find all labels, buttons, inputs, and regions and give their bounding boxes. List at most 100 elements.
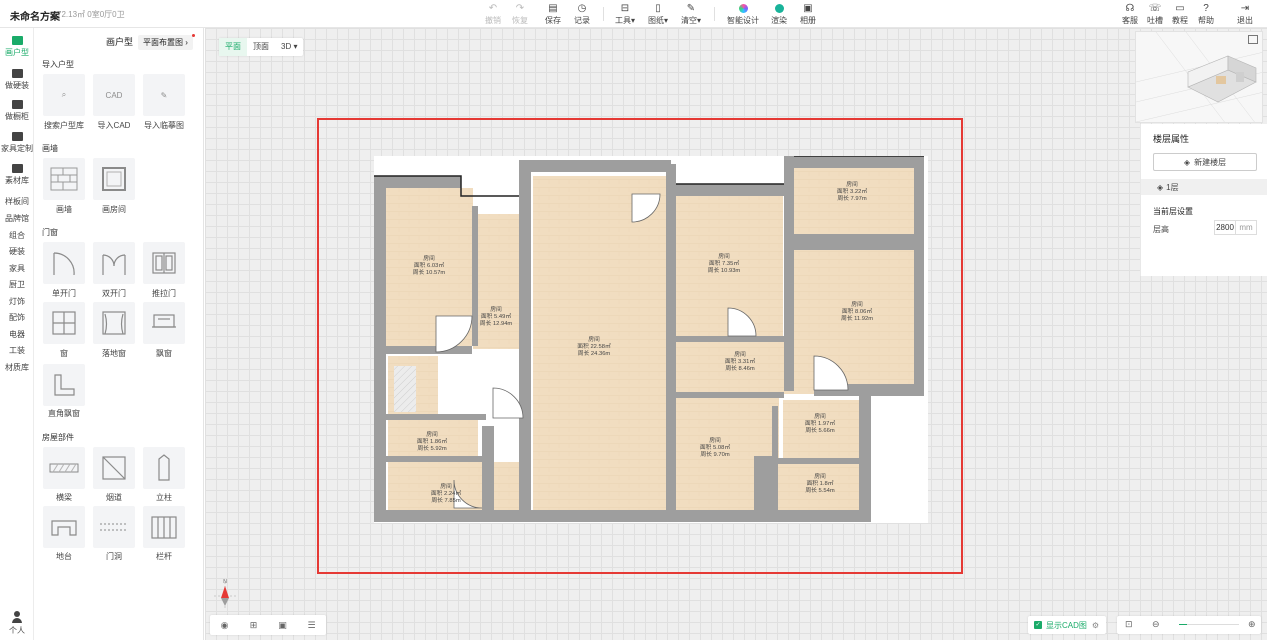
tab-plan-view[interactable]: 平面 [219,38,247,56]
stair-area [394,366,416,412]
room-5-area: 面积 3.22㎡ [837,187,867,195]
zoom-in-icon[interactable]: ⊕ [1248,619,1256,630]
exit-button[interactable]: ⇥ 退出 [1237,3,1253,27]
new-floor-button[interactable]: ◈ 新建楼层 [1153,153,1257,171]
railing-tile[interactable] [143,506,185,548]
section-title-wall: 画墙 [42,144,58,153]
cabinet-icon [11,100,23,109]
show-cad-toggle[interactable]: ✓ 显示CAD图 ⚙ [1028,616,1106,634]
left-nav-rail: 画户型 做硬装 做橱柜 家具定制 素材库 样板间 品牌馆 组合 硬装 家具 厨卫… [0,28,34,640]
album-button[interactable]: ▣ 相册 [800,3,816,27]
eye-icon[interactable]: ◉ [210,620,239,631]
image-icon: ▣ [803,3,813,14]
rail-item-cabinets[interactable]: 做橱柜 [0,100,34,122]
double-door-tile[interactable] [93,242,135,284]
tutorial-button[interactable]: ▭ 教程 [1172,3,1188,27]
room-4-perimeter: 周长 10.93m [708,266,741,274]
rail-item-custom-furniture[interactable]: 家具定制 [0,132,34,154]
room-1-name: 房间 [423,254,435,262]
save-button[interactable]: ▤ 保存 [545,3,561,27]
expand-icon[interactable] [1248,35,1258,44]
list-icon[interactable]: ☰ [297,620,326,631]
tab-draw-floorplan[interactable]: 画户型 [106,35,133,48]
redo-button[interactable]: ↷ 恢复 [512,3,528,27]
import-cad-tile[interactable]: CAD [93,74,135,116]
compass[interactable]: N [214,578,236,610]
draw-wall-tile[interactable] [43,158,85,200]
floor-height-label: 层高 [1153,225,1169,234]
rail-item-kitchen-bath[interactable]: 厨卫 [0,279,34,290]
ai-design-button[interactable]: 智能设计 [727,3,759,27]
rail-item-appliances[interactable]: 电器 [0,329,34,340]
section-title-building-parts: 房屋部件 [42,433,74,442]
rail-item-lighting[interactable]: 灯饰 [0,296,34,307]
floorplan-icon [11,36,23,45]
double-door-icon [102,254,126,275]
tools-menu[interactable]: ⊟ 工具▾ [615,3,635,27]
import-trace-tile[interactable]: ✎ [143,74,185,116]
panel-title: 楼层属性 [1153,134,1190,144]
floor-height-input[interactable]: 2800 mm [1214,220,1257,235]
settings-icon[interactable]: ⚙ [1092,621,1099,630]
floor-list-item[interactable]: ◈ 1层 [1141,179,1267,195]
rail-item-showroom[interactable]: 样板间 [0,196,34,207]
zoom-out-icon[interactable]: ⊖ [1152,619,1160,630]
rail-item-commercial[interactable]: 工装 [0,345,34,356]
render-button[interactable]: 渲染 [771,3,787,27]
rail-item-brands[interactable]: 品牌馆 [0,213,34,224]
search-floorplan-tile[interactable]: ⌕ [43,74,85,116]
clear-menu[interactable]: ✎ 清空▾ [681,3,701,27]
undo-button[interactable]: ↶ 撤销 [485,3,501,27]
tab-ceiling-view[interactable]: 顶面 [247,38,275,56]
support-button[interactable]: ☊ 客服 [1122,3,1138,27]
rail-item-hardware[interactable]: 硬装 [0,246,34,257]
french-window-tile[interactable] [93,302,135,344]
history-button[interactable]: ◷ 记录 [574,3,590,27]
flue-tile[interactable] [93,447,135,489]
column-tile[interactable] [143,447,185,489]
railing-icon [151,516,177,539]
column-icon [158,454,170,481]
bay-window-tile[interactable] [143,302,185,344]
floor-properties-panel: 楼层属性 ◈ 新建楼层 ◈ 1层 当前层设置 层高 2800 mm [1140,124,1267,276]
room-7-area: 面积 3.31㎡ [725,357,755,365]
tile-label: 推拉门 [152,289,176,298]
floorplan-drawing[interactable]: 房间面积 6.03㎡周长 10.57m 房间面积 5.49㎡周长 12.94m … [374,155,928,523]
rail-item-combos[interactable]: 组合 [0,230,34,241]
draw-room-tile[interactable] [93,158,135,200]
catalog-panel: 画户型 平面布置图 › 导入户型 ⌕ CAD ✎ 搜索户型库 导入CAD 导入临… [34,28,204,640]
rail-item-draw-floorplan[interactable]: 画户型 [0,36,34,58]
platform-tile[interactable] [43,506,85,548]
rail-item-furniture[interactable]: 家具 [0,263,34,274]
3d-preview-minimap[interactable] [1135,31,1263,123]
single-door-tile[interactable] [43,242,85,284]
drawings-menu[interactable]: ▯ 图纸▾ [648,3,668,27]
tab-layout-plan[interactable]: 平面布置图 › [138,34,195,50]
corner-bay-window-tile[interactable] [43,364,85,406]
rail-item-accessories[interactable]: 配饰 [0,312,34,323]
help-button[interactable]: ? 帮助 [1198,3,1214,27]
measure-icon[interactable]: ⊞ [239,620,268,631]
platform-icon [51,520,77,536]
fit-view-icon[interactable]: ⊡ [1125,619,1133,630]
headset-icon: ☊ [1125,3,1135,14]
room-12-area: 面积 2.24㎡ [431,489,461,497]
beam-tile[interactable] [43,447,85,489]
tile-label: 直角飘窗 [48,409,80,418]
door-opening-tile[interactable] [93,506,135,548]
feedback-button[interactable]: ☏ 吐槽 [1147,3,1163,27]
zoom-slider[interactable] [1179,624,1239,625]
project-title[interactable]: 未命名方案 [10,8,60,23]
room-8-name: 房间 [709,436,721,444]
rail-item-hard-decor[interactable]: 做硬装 [0,69,34,91]
rail-item-materials[interactable]: 材质库 [0,362,34,373]
window-tile[interactable] [43,302,85,344]
rail-item-assets[interactable]: 素材库 [0,164,34,186]
room-3-area: 面积 22.58㎡ [577,342,611,350]
design-canvas[interactable]: 平面 顶面 3D ▾ 房间面积 6.03㎡周长 10.57m 房间面积 5.49… [205,28,1267,640]
tab-3d-view[interactable]: 3D ▾ [275,38,303,56]
room-10-name: 房间 [814,472,826,480]
sliding-door-tile[interactable] [143,242,185,284]
image-icon[interactable]: ▣ [268,620,297,631]
user-profile-button[interactable]: 个人 [0,611,34,636]
